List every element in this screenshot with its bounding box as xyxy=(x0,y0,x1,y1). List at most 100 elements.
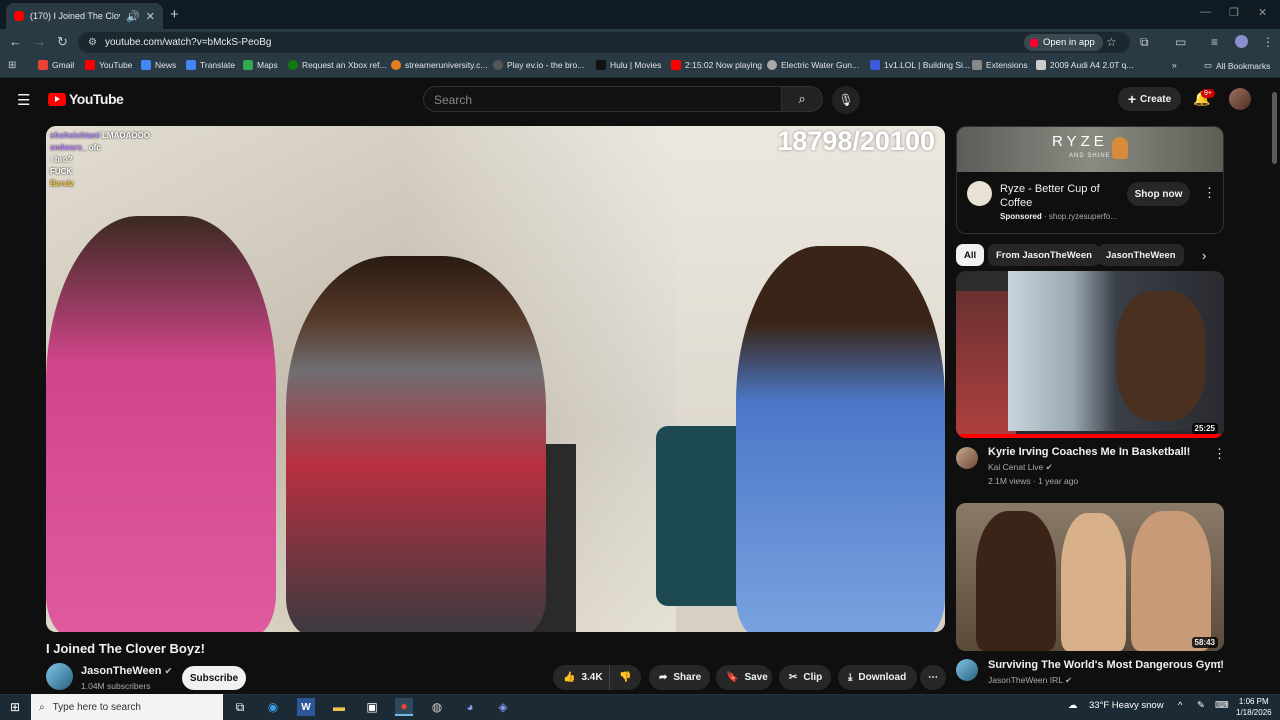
voice-search-button[interactable]: 🎙 xyxy=(832,86,860,114)
task-view-icon[interactable]: ⧉ xyxy=(231,698,249,716)
channel-avatar-small[interactable] xyxy=(956,659,978,681)
weather-text[interactable]: 33°F Heavy snow xyxy=(1089,700,1164,711)
reload-icon[interactable]: ↻ xyxy=(57,34,68,50)
chat-msg: ofc xyxy=(88,143,101,152)
save-button[interactable]: 🔖 Save xyxy=(716,665,772,690)
channel-avatar-small[interactable] xyxy=(956,447,978,469)
chevron-right-icon[interactable]: › xyxy=(1202,248,1206,263)
pen-icon[interactable]: ✎ xyxy=(1197,700,1205,711)
chrome-icon[interactable]: ● xyxy=(395,698,413,716)
bookmarks-overflow-icon[interactable]: » xyxy=(1172,60,1177,70)
channel-avatar[interactable] xyxy=(46,663,73,690)
ad-domain: shop.ryzesuperfo... xyxy=(1048,212,1117,221)
scissors-icon: ✂ xyxy=(789,672,798,683)
profile-icon[interactable] xyxy=(1235,35,1248,48)
store-icon[interactable]: ▣ xyxy=(363,698,381,716)
bookmark-now-playing[interactable]: 2:15:02 Now playing xyxy=(671,60,762,70)
video-menu-icon[interactable]: ⋮ xyxy=(1213,446,1226,462)
search-input[interactable]: Search xyxy=(423,86,782,112)
ad-title[interactable]: Ryze - Better Cup of Coffee xyxy=(1000,182,1110,210)
channel-name[interactable]: JasonTheWeen ✔ xyxy=(81,665,172,677)
chat-msg: : bro? xyxy=(50,155,73,164)
back-icon[interactable]: ← xyxy=(9,34,22,49)
word-icon[interactable]: W xyxy=(297,698,315,716)
keyboard-icon[interactable]: ⌨ xyxy=(1215,700,1229,711)
chat-line: Bandz xyxy=(50,178,150,190)
menu-kebab-icon[interactable]: ⋮ xyxy=(1262,35,1274,49)
bookmark-youtube[interactable]: YouTube xyxy=(85,60,132,70)
close-window-icon[interactable]: ✕ xyxy=(1258,6,1267,19)
thumb-person xyxy=(1131,511,1211,651)
bookmark-streameruniversity[interactable]: streameruniversity.c... xyxy=(391,60,488,70)
discord-icon[interactable]: ◕ xyxy=(461,698,479,716)
chip-all[interactable]: All xyxy=(956,244,985,266)
hamburger-menu-icon[interactable]: ☰ xyxy=(17,91,30,109)
youtube-logo[interactable]: YouTube xyxy=(48,91,124,107)
ad-banner[interactable]: RYZE AND SHINE xyxy=(957,127,1223,172)
recommended-channel[interactable]: JasonTheWeen IRL ✔ xyxy=(988,675,1072,686)
like-button[interactable]: 👍 3.4K xyxy=(553,665,609,690)
bookmark-maps[interactable]: Maps xyxy=(243,60,278,70)
minimize-icon[interactable]: — xyxy=(1200,6,1211,18)
speaker-icon[interactable]: 🔊 xyxy=(126,10,140,23)
bookmark-hulu[interactable]: Hulu | Movies xyxy=(596,60,661,70)
bookmark-audi[interactable]: 2009 Audi A4 2.0T q... xyxy=(1036,60,1134,70)
cast-icon[interactable]: ▭ xyxy=(1175,35,1186,49)
recommended-thumbnail[interactable]: 25:25 xyxy=(956,271,1224,438)
all-bookmarks[interactable]: ▭ All Bookmarks xyxy=(1204,60,1270,71)
create-button[interactable]: + Create xyxy=(1118,87,1181,111)
bookmark-translate[interactable]: Translate xyxy=(186,60,235,70)
bookmark-gmail[interactable]: Gmail xyxy=(38,60,74,70)
video-menu-icon[interactable]: ⋮ xyxy=(1213,659,1226,675)
account-avatar[interactable] xyxy=(1229,88,1251,110)
browser-tab[interactable]: (170) I Joined The Clover Bo 🔊 ✕ xyxy=(6,3,163,29)
restore-icon[interactable]: ❐ xyxy=(1229,6,1239,19)
recommended-title[interactable]: Surviving The World's Most Dangerous Gym… xyxy=(988,659,1224,671)
media-icon[interactable]: ≡ xyxy=(1211,35,1218,49)
bookmark-label: Extensions xyxy=(986,60,1028,70)
file-explorer-icon[interactable]: ▬ xyxy=(330,698,348,716)
plus-icon: + xyxy=(1127,91,1137,107)
chip-channel[interactable]: JasonTheWeen xyxy=(1098,244,1184,266)
recommended-title[interactable]: Kyrie Irving Coaches Me In Basketball! xyxy=(988,446,1190,458)
chip-from-channel[interactable]: From JasonTheWeen xyxy=(988,244,1100,266)
bookmark-1v1lol[interactable]: 1v1.LOL | Building Si... xyxy=(870,60,970,70)
weather-icon[interactable]: ☁ xyxy=(1068,700,1078,711)
forward-icon[interactable]: → xyxy=(33,34,46,49)
bookmark-xbox[interactable]: Request an Xbox ref... xyxy=(288,60,387,70)
bookmark-water-gun[interactable]: Electric Water Gun... xyxy=(767,60,859,70)
download-button[interactable]: ⤓ Download xyxy=(838,665,917,690)
open-in-app-button[interactable]: Open in app xyxy=(1024,34,1103,51)
windows-start-icon[interactable]: ⊞ xyxy=(6,698,24,716)
xbox-icon xyxy=(288,60,298,70)
edge-icon[interactable]: ◉ xyxy=(264,698,282,716)
address-bar[interactable]: ⚙ youtube.com/watch?v=bMckS-PeoBg xyxy=(78,32,1130,53)
app-icon[interactable]: ◈ xyxy=(494,698,512,716)
extensions-icon[interactable]: ⧉ xyxy=(1140,35,1149,50)
taskbar-search-input[interactable]: ⌕ Type here to search xyxy=(31,694,223,720)
close-tab-icon[interactable]: ✕ xyxy=(146,10,155,23)
sponsored-ad-card[interactable]: RYZE AND SHINE Ryze - Better Cup of Coff… xyxy=(956,126,1224,234)
new-tab-button[interactable]: + xyxy=(170,6,179,23)
page-scrollbar[interactable] xyxy=(1272,92,1277,164)
more-actions-icon[interactable]: ⋯ xyxy=(920,665,946,690)
recommended-thumbnail[interactable]: 58:43 xyxy=(956,503,1224,651)
bookmark-extensions[interactable]: Extensions xyxy=(972,60,1028,70)
tray-expand-icon[interactable]: ^ xyxy=(1178,700,1182,711)
bookmark-evio[interactable]: Play ev.io - the bro... xyxy=(493,60,584,70)
ad-menu-icon[interactable]: ⋮ xyxy=(1203,185,1216,201)
recommended-channel[interactable]: Kai Cenat Live ✔ xyxy=(988,462,1053,473)
shop-now-button[interactable]: Shop now xyxy=(1127,182,1190,206)
share-button[interactable]: ➦ Share xyxy=(649,665,710,690)
site-info-icon[interactable]: ⚙ xyxy=(88,37,97,48)
bookmark-news[interactable]: News xyxy=(141,60,176,70)
subscribe-button[interactable]: Subscribe xyxy=(182,666,246,690)
clock[interactable]: 1:06 PM 1/18/2026 xyxy=(1236,696,1272,718)
dislike-button[interactable]: 👎 xyxy=(609,665,641,690)
bookmark-star-icon[interactable]: ☆ xyxy=(1106,35,1117,49)
apps-grid-icon[interactable]: ⊞ xyxy=(8,60,16,71)
video-player[interactable]: 18798/20100 shoheiohtani LMAOAOOO sedwar… xyxy=(46,126,945,632)
steam-icon[interactable]: ◍ xyxy=(428,698,446,716)
clip-button[interactable]: ✂ Clip xyxy=(779,665,831,690)
search-button[interactable]: ⌕ xyxy=(781,86,823,112)
